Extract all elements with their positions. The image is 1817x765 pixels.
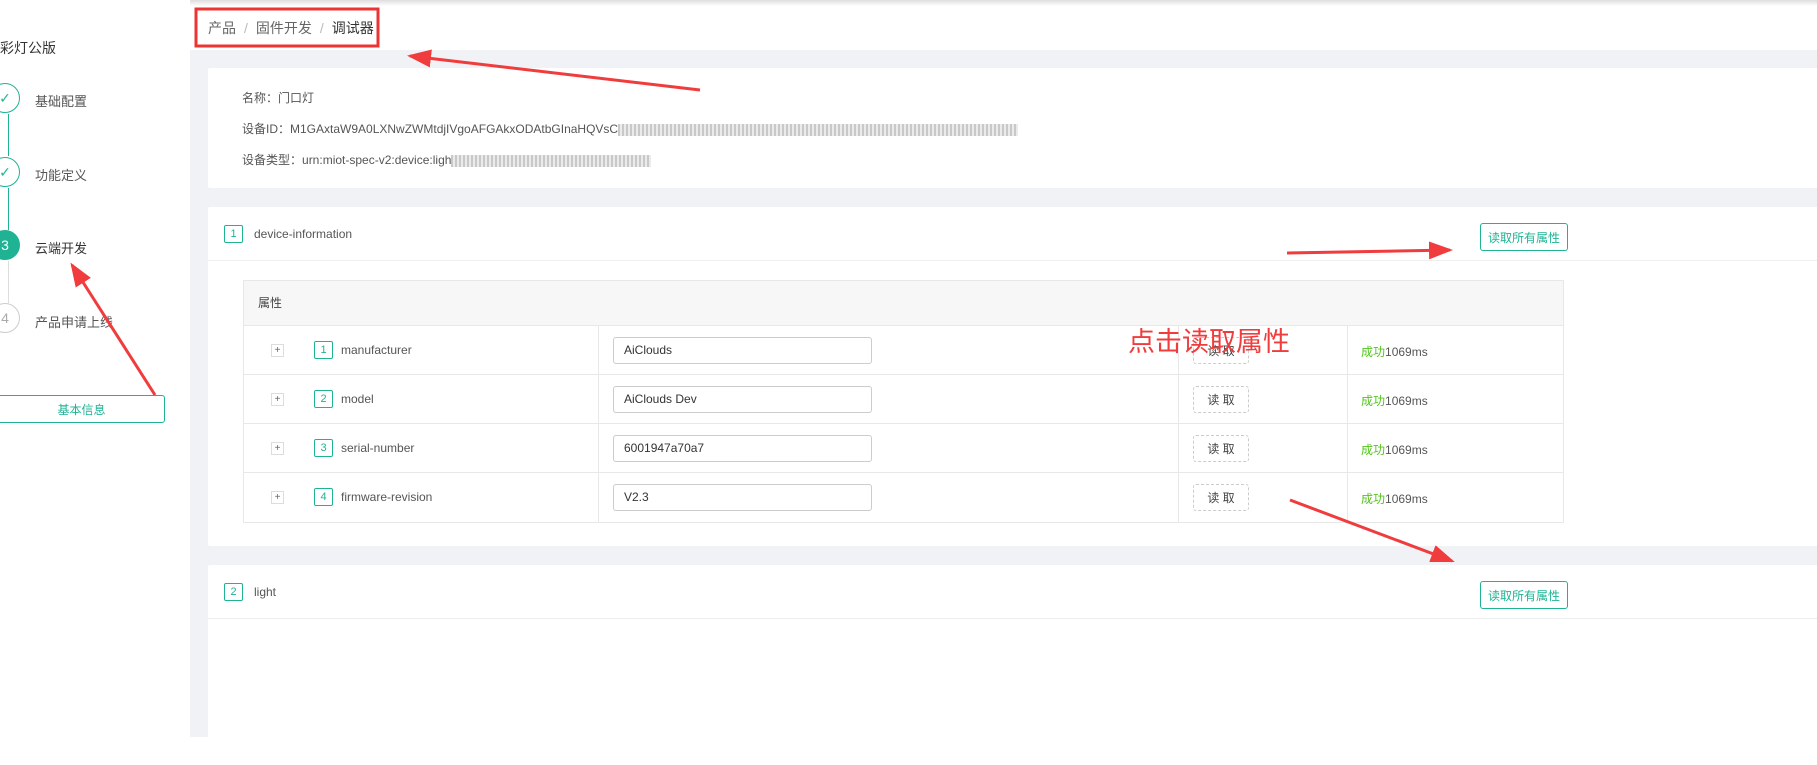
expand-plus-icon[interactable]: + bbox=[271, 442, 284, 455]
sidebar: 彩灯公版 ✓ 基础配置 ✓ 功能定义 3 云端开发 4 产品申请上线 基本信息 bbox=[0, 0, 190, 737]
column-divider bbox=[1347, 424, 1348, 472]
step-4-indicator: 4 bbox=[0, 303, 20, 333]
service-name: device-information bbox=[254, 227, 353, 241]
property-number: 3 bbox=[314, 439, 333, 457]
property-value-input[interactable]: V2.3 bbox=[613, 484, 872, 511]
breadcrumb-product[interactable]: 产品 bbox=[208, 20, 236, 36]
step-1-check-icon: ✓ bbox=[0, 83, 20, 113]
column-divider bbox=[1178, 375, 1179, 423]
step-label-function-def[interactable]: 功能定义 bbox=[35, 165, 87, 184]
step-connector bbox=[8, 188, 9, 230]
table-row: + 4 firmware-revision V2.3 读 取 成功1069ms bbox=[244, 473, 1563, 522]
device-info-card: 名称：门口灯 设备ID：M1GAxtaW9A0LXNwZWMtdjIVgoAFG… bbox=[208, 68, 1817, 188]
top-shadow bbox=[0, 0, 1817, 6]
step-2-check-icon: ✓ bbox=[0, 157, 20, 187]
read-status: 成功1069ms bbox=[1361, 394, 1428, 408]
table-header: 属性 bbox=[244, 281, 1563, 326]
device-name: 名称：门口灯 bbox=[242, 91, 315, 105]
device-id: 设备ID：M1GAxtaW9A0LXNwZWMtdjIVgoAFGAkxODAt… bbox=[242, 120, 1019, 137]
read-button[interactable]: 读 取 bbox=[1193, 484, 1249, 511]
column-divider bbox=[1347, 375, 1348, 423]
read-status: 成功1069ms bbox=[1361, 492, 1428, 506]
service-card-device-information: 1 device-information 读取所有属性 属性 + 1 manuf… bbox=[208, 207, 1817, 546]
properties-table: 属性 + 1 manufacturer AiClouds 读 取 成功1069m… bbox=[243, 280, 1564, 523]
read-status: 成功1069ms bbox=[1361, 443, 1428, 457]
table-row: + 1 manufacturer AiClouds 读 取 成功1069ms bbox=[244, 326, 1563, 375]
column-divider bbox=[598, 375, 599, 423]
basic-info-button[interactable]: 基本信息 bbox=[0, 395, 165, 423]
breadcrumb-firmware[interactable]: 固件开发 bbox=[256, 20, 312, 36]
property-number: 4 bbox=[314, 488, 333, 506]
property-value-input[interactable]: AiClouds bbox=[613, 337, 872, 364]
step-label-apply-online[interactable]: 产品申请上线 bbox=[35, 312, 113, 331]
service-number: 1 bbox=[224, 225, 243, 243]
property-name: manufacturer bbox=[341, 343, 412, 357]
service-name: light bbox=[254, 585, 277, 599]
column-divider bbox=[598, 473, 599, 522]
column-divider bbox=[1347, 326, 1348, 374]
read-button[interactable]: 读 取 bbox=[1193, 386, 1249, 413]
breadcrumb-debugger: 调试器 bbox=[331, 20, 374, 36]
read-status: 成功1069ms bbox=[1361, 345, 1428, 359]
property-name: firmware-revision bbox=[341, 490, 433, 504]
property-name: serial-number bbox=[341, 441, 415, 455]
column-divider bbox=[1347, 473, 1348, 522]
service-number: 2 bbox=[224, 583, 243, 601]
property-value-input[interactable]: 6001947a70a7 bbox=[613, 435, 872, 462]
property-number: 1 bbox=[314, 341, 333, 359]
property-number: 2 bbox=[314, 390, 333, 408]
step-label-basic-config[interactable]: 基础配置 bbox=[35, 91, 87, 110]
step-label-cloud-dev[interactable]: 云端开发 bbox=[35, 238, 87, 257]
expand-plus-icon[interactable]: + bbox=[271, 393, 284, 406]
product-title: 彩灯公版 bbox=[0, 40, 56, 56]
read-all-properties-button[interactable]: 读取所有属性 bbox=[1480, 223, 1568, 251]
step-connector bbox=[8, 114, 9, 156]
table-row: + 3 serial-number 6001947a70a7 读 取 成功106… bbox=[244, 424, 1563, 473]
service-card-light: 2 light 读取所有属性 bbox=[208, 565, 1817, 765]
column-divider bbox=[1178, 473, 1179, 522]
step-3-indicator: 3 bbox=[0, 230, 20, 260]
table-row: + 2 model AiClouds Dev 读 取 成功1069ms bbox=[244, 375, 1563, 424]
annotation-text: 点击读取属性 bbox=[1128, 327, 1290, 357]
column-divider bbox=[598, 424, 599, 472]
expand-plus-icon[interactable]: + bbox=[271, 344, 284, 357]
property-name: model bbox=[341, 392, 374, 406]
redacted-blur bbox=[618, 123, 1019, 136]
breadcrumb: 产品 / 固件开发 / 调试器 bbox=[208, 20, 374, 36]
read-button[interactable]: 读 取 bbox=[1193, 435, 1249, 462]
property-value-input[interactable]: AiClouds Dev bbox=[613, 386, 872, 413]
redacted-blur bbox=[451, 154, 652, 167]
column-divider bbox=[598, 326, 599, 374]
read-all-properties-button[interactable]: 读取所有属性 bbox=[1480, 581, 1568, 609]
column-divider bbox=[1178, 424, 1179, 472]
expand-plus-icon[interactable]: + bbox=[271, 491, 284, 504]
device-type: 设备类型：urn:miot-spec-v2:device:ligh bbox=[242, 151, 652, 168]
step-connector bbox=[8, 261, 9, 303]
